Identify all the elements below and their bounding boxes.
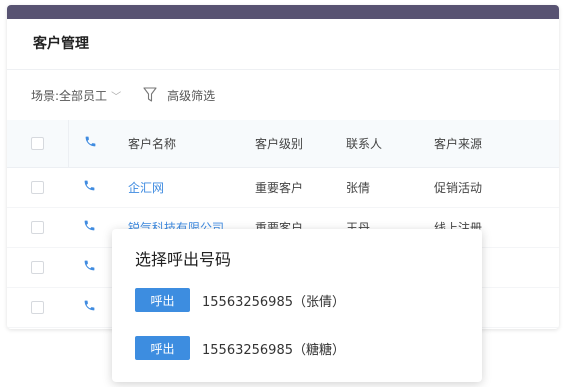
- scene-value: 全部员工: [59, 88, 108, 103]
- customer-level: 重要客户: [255, 167, 346, 208]
- funnel-icon: [143, 87, 157, 102]
- chevron-down-icon: ﹀: [111, 91, 122, 103]
- row-checkbox[interactable]: [31, 181, 44, 194]
- filter-bar: 场景: 全部员工 ﹀ 高级筛选: [7, 70, 559, 120]
- scene-dropdown[interactable]: 全部员工 ﹀: [59, 87, 121, 104]
- row-checkbox[interactable]: [31, 301, 44, 314]
- customer-name-link[interactable]: 企汇网: [128, 181, 164, 195]
- advanced-filter-label: 高级筛选: [167, 88, 216, 103]
- page-title: 客户管理: [7, 19, 559, 70]
- customer-source: 促销活动: [434, 167, 559, 208]
- call-number: 15563256985（糖糖）: [202, 342, 345, 358]
- row-checkbox[interactable]: [31, 221, 44, 234]
- call-option: 呼出 15563256985（糖糖）: [135, 336, 345, 360]
- phone-icon[interactable]: [83, 179, 96, 192]
- call-number-popover: 选择呼出号码 呼出 15563256985（张倩） 呼出 15563256985…: [112, 229, 482, 382]
- header-customer-name[interactable]: 客户名称: [128, 120, 255, 168]
- call-button[interactable]: 呼出: [135, 288, 190, 312]
- phone-icon: [85, 136, 95, 147]
- header-customer-level[interactable]: 客户级别: [255, 120, 346, 168]
- header-customer-source[interactable]: 客户来源: [434, 120, 559, 168]
- panel-top-bar: [7, 5, 559, 19]
- call-option: 呼出 15563256985（张倩）: [135, 288, 345, 312]
- row-checkbox[interactable]: [31, 261, 44, 274]
- table-header-row: 客户名称 客户级别 联系人 客户来源: [7, 120, 559, 168]
- advanced-filter-button[interactable]: 高级筛选: [143, 87, 215, 104]
- header-contact[interactable]: 联系人: [346, 120, 434, 168]
- popover-title: 选择呼出号码: [135, 250, 232, 269]
- scene-label: 场景:: [31, 88, 60, 103]
- call-number: 15563256985（张倩）: [202, 294, 345, 310]
- phone-icon[interactable]: [83, 259, 96, 272]
- phone-icon[interactable]: [83, 299, 96, 312]
- contact-name: 张倩: [346, 167, 434, 208]
- phone-icon[interactable]: [83, 219, 96, 232]
- table-row: 企汇网 重要客户 张倩 促销活动: [7, 167, 559, 208]
- select-all-checkbox[interactable]: [31, 137, 44, 151]
- call-button[interactable]: 呼出: [135, 336, 190, 360]
